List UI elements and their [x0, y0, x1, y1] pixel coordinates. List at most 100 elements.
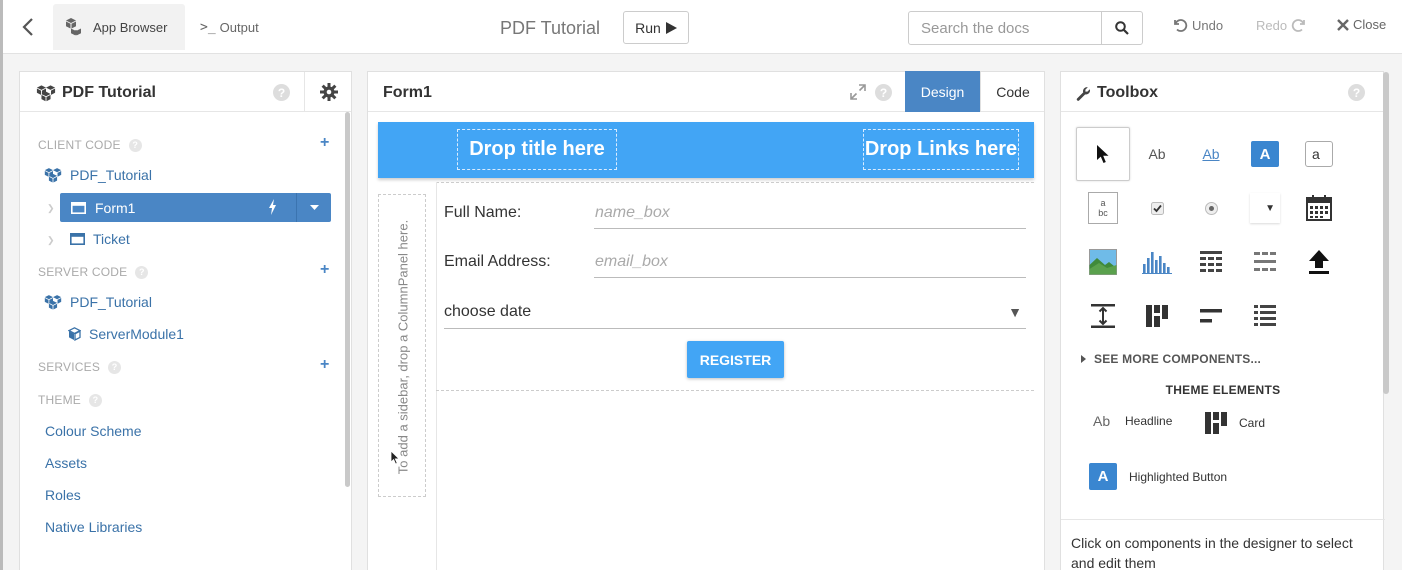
sidebar-item-servermodule1[interactable]: ServerModule1 — [68, 326, 184, 342]
redo-label: Redo — [1256, 17, 1288, 33]
textbox-tool[interactable]: a — [1292, 127, 1346, 181]
theme-elements-title: THEME ELEMENTS — [1165, 383, 1281, 397]
search-input[interactable] — [909, 12, 1101, 44]
image-tool[interactable] — [1076, 235, 1130, 289]
drop-title-zone[interactable]: Drop title here — [457, 129, 617, 170]
card-label: Card — [1239, 416, 1266, 430]
radio-icon — [1204, 201, 1218, 215]
expand-icon[interactable] — [850, 84, 866, 100]
sidebar-item-colour-scheme[interactable]: Colour Scheme — [45, 423, 142, 439]
app-browser-header: PDF Tutorial ? — [20, 72, 351, 112]
theme-element-headline[interactable]: Ab Headline — [1093, 413, 1172, 429]
date-picker[interactable]: choose date ▼ — [444, 295, 1026, 329]
upload-icon — [1309, 250, 1329, 274]
textarea-sample: a bc — [1088, 192, 1118, 224]
form1-label-wrap: Form1 — [60, 200, 296, 216]
column-panel-tool[interactable] — [1130, 289, 1184, 343]
close-button[interactable]: Close — [1337, 17, 1386, 32]
repeating-panel-tool[interactable] — [1238, 235, 1292, 289]
register-button[interactable]: REGISTER — [687, 341, 784, 378]
sidebar-item-assets[interactable]: Assets — [45, 455, 87, 471]
date-picker-tool[interactable] — [1292, 181, 1346, 235]
tab-app-browser[interactable]: App Browser — [53, 4, 185, 50]
help-icon[interactable]: ? — [1348, 84, 1365, 101]
chevron-left-icon — [22, 18, 33, 36]
tab-code[interactable]: Code — [980, 71, 1045, 112]
help-icon[interactable]: ? — [108, 360, 122, 374]
button-tool[interactable]: A — [1238, 127, 1292, 181]
chevron-right-icon[interactable]: ❯ — [47, 203, 55, 214]
toolbox-title: Toolbox — [1097, 84, 1159, 101]
full-name-label: Full Name: — [444, 204, 522, 221]
client-app-item[interactable]: PDF_Tutorial — [44, 167, 152, 183]
chevron-right-icon[interactable]: ❯ — [47, 235, 55, 246]
linear-panel-tool[interactable] — [1184, 289, 1238, 343]
app-name: PDF Tutorial — [62, 84, 156, 101]
headline-label: Headline — [1125, 414, 1173, 428]
grid-panel-tool[interactable] — [1238, 289, 1292, 343]
dropdown-tool[interactable]: ▼ — [1238, 181, 1292, 235]
link-sample: Ab — [1202, 146, 1220, 162]
client-code-section: CLIENT CODE ? — [38, 138, 142, 152]
settings-button[interactable] — [304, 72, 352, 112]
help-icon[interactable]: ? — [875, 84, 892, 101]
grid-panel-icon — [1254, 305, 1276, 326]
app-browser-label: App Browser — [93, 19, 168, 35]
drop-links-zone[interactable]: Drop Links here — [863, 129, 1019, 170]
add-server-code-button[interactable]: + — [320, 261, 329, 279]
sidebar-item-native-libraries[interactable]: Native Libraries — [45, 519, 142, 535]
radio-button-tool[interactable] — [1184, 181, 1238, 235]
name-input[interactable] — [594, 197, 1026, 229]
plot-tool[interactable] — [1130, 235, 1184, 289]
tab-output[interactable]: >_ Output — [200, 14, 259, 40]
form-icon — [71, 201, 86, 214]
theme-element-card[interactable]: Card — [1205, 412, 1265, 434]
form1-dropdown-button[interactable] — [296, 193, 331, 222]
data-grid-tool[interactable] — [1184, 235, 1238, 289]
divider — [436, 182, 1034, 183]
redo-button[interactable]: Redo — [1256, 17, 1307, 33]
tab-design[interactable]: Design — [905, 71, 980, 112]
docs-search — [908, 11, 1143, 45]
see-more-components-toggle[interactable]: SEE MORE COMPONENTS... — [1081, 352, 1261, 366]
file-loader-tool[interactable] — [1292, 235, 1346, 289]
checkbox-tool[interactable] — [1130, 181, 1184, 235]
close-label: Close — [1353, 17, 1387, 32]
servermodule-label: ServerModule1 — [89, 326, 184, 342]
textarea-tool[interactable]: a bc — [1076, 181, 1130, 235]
run-label: Run — [635, 19, 661, 36]
scrollbar[interactable] — [345, 112, 350, 487]
add-client-code-button[interactable]: + — [320, 134, 329, 152]
card-icon — [1205, 412, 1227, 434]
search-button[interactable] — [1101, 12, 1142, 44]
top-bar: App Browser >_ Output PDF Tutorial Run U… — [3, 0, 1402, 54]
undo-button[interactable]: Undo — [1172, 17, 1223, 33]
server-app-label: PDF_Tutorial — [70, 294, 152, 310]
cube-icon — [68, 327, 81, 341]
back-button[interactable] — [17, 14, 39, 40]
email-input[interactable] — [594, 246, 1026, 278]
lightning-icon[interactable] — [268, 199, 277, 215]
sidebar-item-roles[interactable]: Roles — [45, 487, 81, 503]
server-code-section: SERVER CODE ? — [38, 265, 149, 279]
sidebar-drop-zone[interactable]: To add a sidebar, drop a ColumnPanel her… — [378, 194, 426, 497]
sidebar-item-ticket[interactable]: Ticket — [70, 231, 130, 247]
output-label: Output — [219, 19, 259, 35]
run-button[interactable]: Run — [623, 11, 689, 44]
scrollbar[interactable] — [1383, 72, 1389, 394]
data-grid-icon — [1200, 251, 1222, 272]
form-icon — [70, 233, 85, 245]
server-app-item[interactable]: PDF_Tutorial — [44, 294, 152, 310]
terminal-icon: >_ — [200, 19, 216, 35]
pointer-tool[interactable] — [1076, 127, 1130, 181]
help-icon[interactable]: ? — [89, 393, 102, 407]
help-icon[interactable]: ? — [128, 138, 142, 152]
sidebar-item-form1[interactable]: Form1 — [60, 193, 331, 222]
help-icon[interactable]: ? — [135, 265, 149, 279]
help-icon[interactable]: ? — [273, 84, 290, 101]
spacer-tool[interactable] — [1076, 289, 1130, 343]
theme-element-highlighted-button[interactable]: A Highlighted Button — [1089, 463, 1227, 490]
label-tool[interactable]: Ab — [1130, 127, 1184, 181]
add-service-button[interactable]: + — [320, 356, 329, 374]
link-tool[interactable]: Ab — [1184, 127, 1238, 181]
